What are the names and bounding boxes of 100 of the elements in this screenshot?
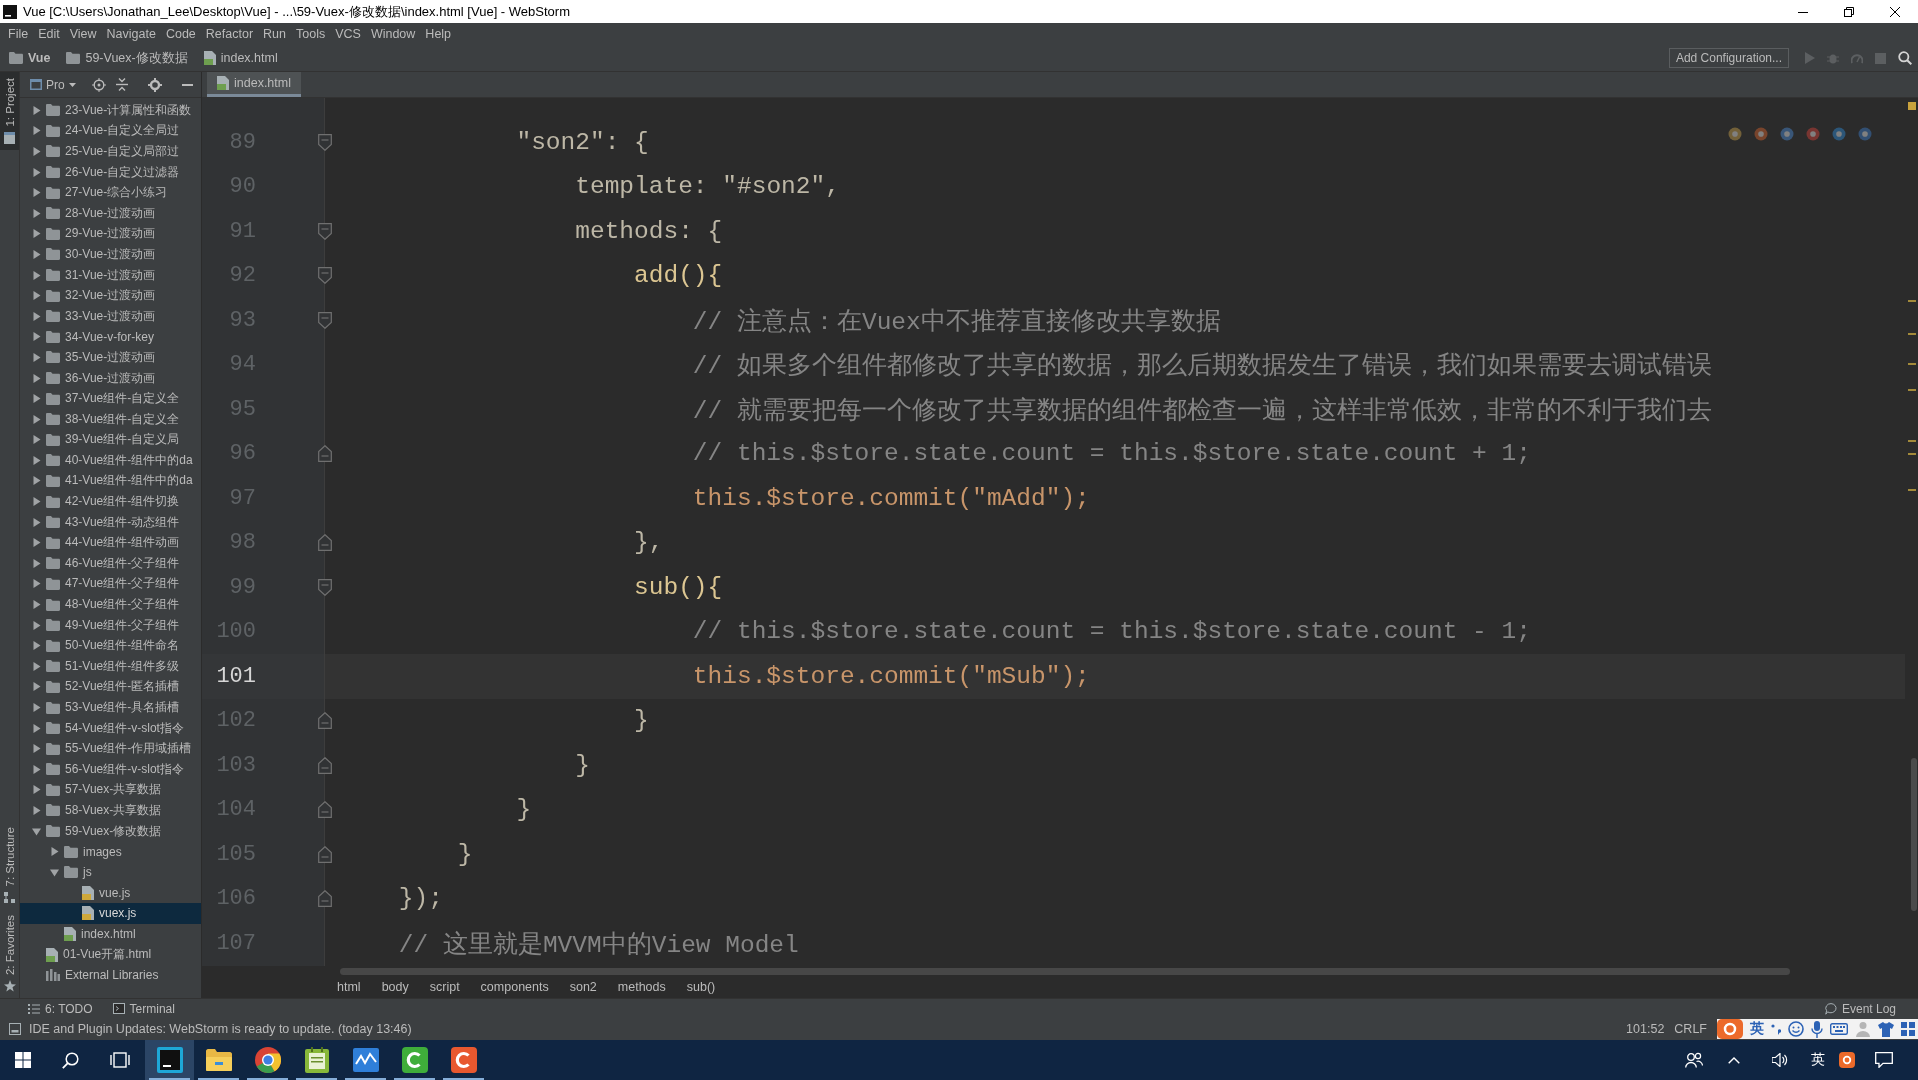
speaker-icon[interactable] [1772,1053,1788,1067]
input-mode-indicator[interactable]: 英 [1750,1020,1764,1038]
tree-item[interactable]: images [20,841,201,862]
tool-window-button[interactable]: 6: TODO [28,1001,93,1016]
smiley-icon[interactable] [1788,1021,1804,1037]
breadcrumb-item[interactable]: index.html [203,51,278,65]
fold-icon[interactable] [318,445,332,463]
tree-item[interactable]: 39-Vue组件-自定义局 [20,429,201,451]
tree-item[interactable]: 54-Vue组件-v-slot指令 [20,717,201,739]
tree-arrow-icon[interactable] [32,332,41,342]
tree-item[interactable]: vue.js [20,882,201,904]
cursor-position[interactable]: 101:52 [1626,1022,1665,1036]
breadcrumb-item[interactable]: son2 [569,980,597,994]
editor-tab[interactable]: index.html [207,72,301,97]
tree-arrow-icon[interactable] [32,311,41,321]
crosshair-icon[interactable] [91,77,106,92]
tree-arrow-icon[interactable] [32,517,41,527]
tree-arrow-icon[interactable] [32,806,41,815]
tree-item[interactable]: 46-Vue组件-父子组件 [20,553,201,574]
tree-arrow-icon[interactable] [32,764,41,774]
tree-arrow-icon[interactable] [32,538,41,548]
tool-window-button[interactable]: 1: Project [0,72,19,150]
tree-item[interactable]: 55-Vue组件-作用域插槽 [20,738,201,759]
view-selector[interactable]: Pro [30,77,76,92]
chevron-up-icon[interactable] [1728,1056,1740,1064]
tree-item[interactable]: 24-Vue-自定义全局过 [20,120,201,142]
fold-icon[interactable] [318,890,332,908]
breadcrumb-item[interactable]: Vue [9,51,51,65]
browser-icon[interactable] [1754,127,1768,141]
settings-icon[interactable] [147,77,162,92]
tree-arrow-icon[interactable] [32,414,41,424]
tree-item[interactable]: 26-Vue-自定义过滤器 [20,161,201,183]
search-icon[interactable] [1898,51,1912,65]
tree-item[interactable]: 33-Vue-过渡动画 [20,305,201,327]
task-view-icon[interactable] [110,1052,130,1068]
fold-icon[interactable] [318,756,332,774]
tree-arrow-icon[interactable] [32,744,41,754]
breadcrumb-item[interactable]: body [381,980,409,994]
tree-item[interactable]: 42-Vue组件-组件切换 [20,491,201,512]
tree-arrow-icon[interactable] [50,847,59,857]
tree-item[interactable]: 31-Vue-过渡动画 [20,264,201,286]
tree-arrow-icon[interactable] [32,826,41,836]
tree-item[interactable]: 53-Vue组件-具名插槽 [20,697,201,718]
tree-arrow-icon[interactable] [32,620,41,630]
grid-icon[interactable] [1901,1022,1915,1036]
breadcrumb-item[interactable]: script [429,980,460,994]
tree-item[interactable]: 41-Vue组件-组件中的da [20,470,201,492]
tree-item[interactable]: 30-Vue-过渡动画 [20,244,201,265]
menu-item[interactable]: Navigate [101,27,161,41]
fold-icon[interactable] [318,133,332,151]
close-icon[interactable] [1890,6,1900,17]
tree-arrow-icon[interactable] [32,703,41,712]
menu-item[interactable]: Tools [291,27,331,41]
fold-icon[interactable] [318,534,332,552]
tree-item[interactable]: 28-Vue-过渡动画 [20,202,201,224]
tree-item[interactable]: 27-Vue-综合小练习 [20,182,201,203]
tree-arrow-icon[interactable] [32,229,41,239]
tree-arrow-icon[interactable] [32,147,41,156]
fold-icon[interactable] [318,712,332,730]
browser-icon[interactable] [1858,127,1872,141]
keyboard-icon[interactable] [1830,1023,1848,1035]
tree-arrow-icon[interactable] [32,249,41,259]
tool-window-button[interactable]: 2: Favorites [0,908,19,998]
tree-item[interactable]: js [20,861,201,883]
tree-item[interactable]: index.html [20,923,201,945]
tree-arrow-icon[interactable] [32,723,41,733]
people-icon[interactable] [1685,1052,1703,1068]
tree-arrow-icon[interactable] [32,105,41,115]
tree-arrow-icon[interactable] [32,394,41,404]
logo-icon[interactable] [1839,1052,1855,1068]
tree-arrow-icon[interactable] [32,600,41,610]
tree-arrow-icon[interactable] [32,785,41,795]
tree-arrow-icon[interactable] [32,497,41,507]
tree-item[interactable]: 59-Vuex-修改数据 [20,820,201,842]
breadcrumb-item[interactable]: 59-Vuex-修改数据 [66,49,188,67]
shirt-icon[interactable] [1878,1021,1894,1037]
menu-item[interactable]: Edit [33,27,65,41]
menu-item[interactable]: Code [160,27,201,41]
fold-icon[interactable] [318,222,332,240]
tree-item[interactable]: 56-Vue组件-v-slot指令 [20,759,201,780]
tree-item[interactable]: 34-Vue-v-for-key [20,326,201,348]
taskbar-app[interactable] [145,1040,194,1080]
browser-icon[interactable] [1780,127,1794,141]
horizontal-scrollbar[interactable] [340,967,1790,975]
tree-arrow-icon[interactable] [32,352,41,362]
browser-icon[interactable] [1832,127,1846,141]
browser-icon[interactable] [1806,127,1820,141]
tree-arrow-icon[interactable] [32,661,41,671]
tree-item[interactable]: 38-Vue组件-自定义全 [20,408,201,430]
language-indicator[interactable]: 英 [1811,1051,1825,1069]
tree-item[interactable]: vuex.js [20,903,201,924]
menu-item[interactable]: Refactor [200,27,259,41]
tree-arrow-icon[interactable] [32,476,41,486]
tree-item[interactable]: 44-Vue组件-组件动画 [20,532,201,554]
tree-item[interactable]: 25-Vue-自定义局部过 [20,141,201,162]
microphone-icon[interactable] [1811,1020,1823,1038]
tree-arrow-icon[interactable] [32,373,41,383]
fold-icon[interactable] [318,311,332,329]
restore-icon[interactable] [1844,6,1854,17]
tree-item[interactable]: 01-Vue开篇.html [20,944,201,965]
